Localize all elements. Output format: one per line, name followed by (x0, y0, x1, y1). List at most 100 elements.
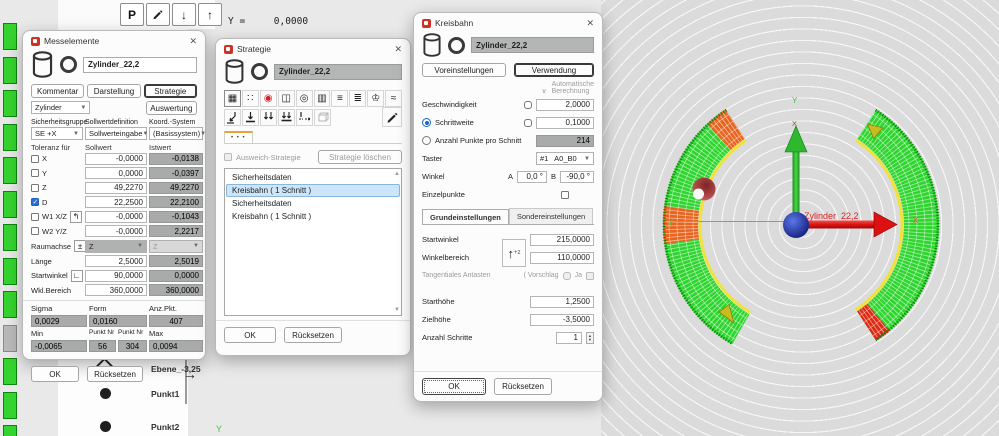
starthoehe-input[interactable]: 1,2500 (530, 296, 594, 308)
pencil-button[interactable] (146, 3, 170, 26)
strategy-tab[interactable]: • • • (224, 131, 253, 143)
sollwert-input-z[interactable]: 49,2270 (85, 182, 147, 194)
status-light[interactable] (3, 23, 17, 50)
einzelpunkte-checkbox[interactable] (561, 191, 569, 199)
darstellung-button[interactable]: Darstellung (87, 84, 140, 98)
auswertung-button[interactable]: Auswertung (146, 101, 197, 115)
ja-checkbox[interactable] (586, 272, 594, 280)
zielhoehe-input[interactable]: -3,5000 (530, 314, 594, 326)
verwendung-button[interactable]: Verwendung (514, 63, 594, 77)
tolerance-checkbox-z[interactable] (31, 184, 39, 192)
list-item[interactable]: Kreisbahn ( 1 Schnitt ) (226, 210, 400, 223)
probe-vertical-icon[interactable] (242, 109, 259, 126)
geschwindigkeit-input[interactable]: 2,0000 (536, 99, 594, 111)
tab-sondereinstellungen[interactable]: Sondereinstellungen (509, 208, 593, 224)
tolerance-checkbox-w2[interactable] (31, 227, 39, 235)
strategie-titlebar[interactable]: Strategie ✕ (216, 39, 410, 57)
close-icon[interactable]: ✕ (586, 19, 594, 28)
ok-button[interactable]: OK (224, 327, 276, 343)
status-light[interactable] (3, 291, 17, 318)
sollwert-input-y[interactable]: 0,0000 (85, 167, 147, 179)
status-light[interactable] (3, 90, 17, 117)
status-light[interactable] (3, 224, 17, 251)
status-light[interactable] (3, 57, 17, 84)
status-light[interactable] (3, 392, 17, 419)
taster-select[interactable]: #1 A0_B0▼ (536, 152, 594, 165)
list-strategy-icon[interactable]: ≣ (349, 90, 366, 107)
generatrix-icon[interactable]: ▥ (314, 90, 331, 107)
tab-grundeinstellungen[interactable]: Grundeinstellungen (422, 209, 509, 225)
status-light[interactable] (3, 191, 17, 218)
reset-button[interactable]: Rücksetzen (284, 327, 342, 343)
list-item-punkt2[interactable]: Punkt2 (151, 422, 179, 432)
status-light[interactable] (3, 358, 17, 385)
sollwert-input-x[interactable]: -0,0000 (85, 153, 147, 165)
schrittweite-input[interactable]: 0,1000 (536, 117, 594, 129)
status-light[interactable] (3, 124, 17, 151)
anzahl-punkte-radio[interactable] (422, 136, 431, 145)
sollwert-input-w2[interactable]: -0,0000 (85, 225, 147, 237)
anzahl-schritte-input[interactable]: 1 (556, 332, 582, 344)
probe-double-plate-icon[interactable] (278, 109, 295, 126)
move-up-button[interactable]: ↑ (198, 3, 222, 26)
wklbereich-input[interactable]: 360,0000 (85, 284, 147, 296)
element-name-input[interactable]: Zylinder_22,2 (83, 57, 197, 73)
ok-button[interactable]: OK (422, 378, 486, 395)
bounding-box-icon[interactable] (314, 109, 331, 126)
p-button[interactable]: P (120, 3, 144, 26)
crown-scan-icon[interactable]: ♔ (367, 90, 384, 107)
startwinkel-input[interactable]: 215,0000 (530, 234, 594, 246)
messelemente-titlebar[interactable]: Messelemente ✕ (23, 31, 205, 49)
close-icon[interactable]: ✕ (189, 37, 197, 46)
winkel-b-input[interactable]: -90,0 ° (560, 171, 594, 183)
cad-viewport[interactable]: Y Zylinder_22,2 Y X X (601, 0, 999, 436)
reset-button[interactable]: Rücksetzen (87, 366, 143, 382)
list-item[interactable]: Sicherheitsdaten (226, 197, 400, 210)
scroll-down-icon[interactable]: ▼ (394, 307, 400, 313)
tolerance-checkbox-w1[interactable] (31, 213, 39, 221)
probe-single-point-icon[interactable] (224, 109, 241, 126)
projection-icon-button[interactable]: ↰ (70, 211, 82, 223)
circle-path-icon[interactable]: ◉ (260, 90, 277, 107)
auto-calc-checkbox[interactable] (524, 101, 532, 109)
close-icon[interactable]: ✕ (394, 45, 402, 54)
element-type-select[interactable]: Zylinder▼ (31, 101, 90, 114)
vorschlag-checkbox[interactable] (563, 272, 571, 280)
status-light[interactable] (3, 425, 17, 436)
curve-scan-icon[interactable]: ≈ (385, 90, 402, 107)
polar-grid-icon[interactable]: ◎ (296, 90, 313, 107)
sicherheitsgruppe-select[interactable]: SE +X▼ (31, 127, 83, 140)
kreisbahn-titlebar[interactable]: Kreisbahn ✕ (414, 13, 602, 31)
scroll-up-icon[interactable]: ▲ (394, 171, 400, 177)
auto-calc-checkbox[interactable] (524, 119, 532, 127)
sollwertdefinition-select[interactable]: Sollwerteingabe▼ (85, 127, 147, 140)
raumachse-select[interactable]: Z▼ (85, 240, 147, 253)
voreinstellungen-button[interactable]: Voreinstellungen (422, 63, 506, 77)
status-light[interactable] (3, 258, 17, 285)
status-light[interactable] (3, 325, 17, 352)
tolerance-checkbox-x[interactable] (31, 155, 39, 163)
angle-icon-button[interactable]: ∟ (71, 270, 83, 282)
next-arrow-icon[interactable]: → (183, 368, 197, 380)
points-grid-icon[interactable]: ▦ (224, 90, 241, 107)
reset-button[interactable]: Rücksetzen (494, 378, 552, 395)
strategie-button[interactable]: Strategie (144, 84, 197, 98)
laenge-input[interactable]: 2,5000 (85, 255, 147, 267)
startwinkel-input[interactable]: 90,0000 (85, 270, 147, 282)
stacked-circles-icon[interactable]: ≡ (331, 90, 348, 107)
tolerance-checkbox-d[interactable] (31, 198, 39, 206)
probe-double-icon[interactable] (260, 109, 277, 126)
sollwert-input-w1[interactable]: -0,0000 (85, 211, 147, 223)
tolerance-checkbox-y[interactable] (31, 169, 39, 177)
scatter-points-icon[interactable]: ∷ (242, 90, 259, 107)
ok-button[interactable]: OK (31, 366, 79, 382)
winkel-a-input[interactable]: 0,0 ° (517, 171, 547, 183)
list-item-punkt1[interactable]: Punkt1 (151, 389, 179, 399)
sollwert-input-d[interactable]: 22,2500 (85, 196, 147, 208)
winkelbereich-input[interactable]: 110,0000 (530, 252, 594, 264)
probe-step-icon[interactable] (296, 109, 313, 126)
stepper-control[interactable]: ▲▼ (586, 332, 594, 344)
list-item-selected[interactable]: Kreisbahn ( 1 Schnitt ) (226, 184, 400, 197)
schrittweite-radio[interactable] (422, 118, 431, 127)
status-light[interactable] (3, 157, 17, 184)
